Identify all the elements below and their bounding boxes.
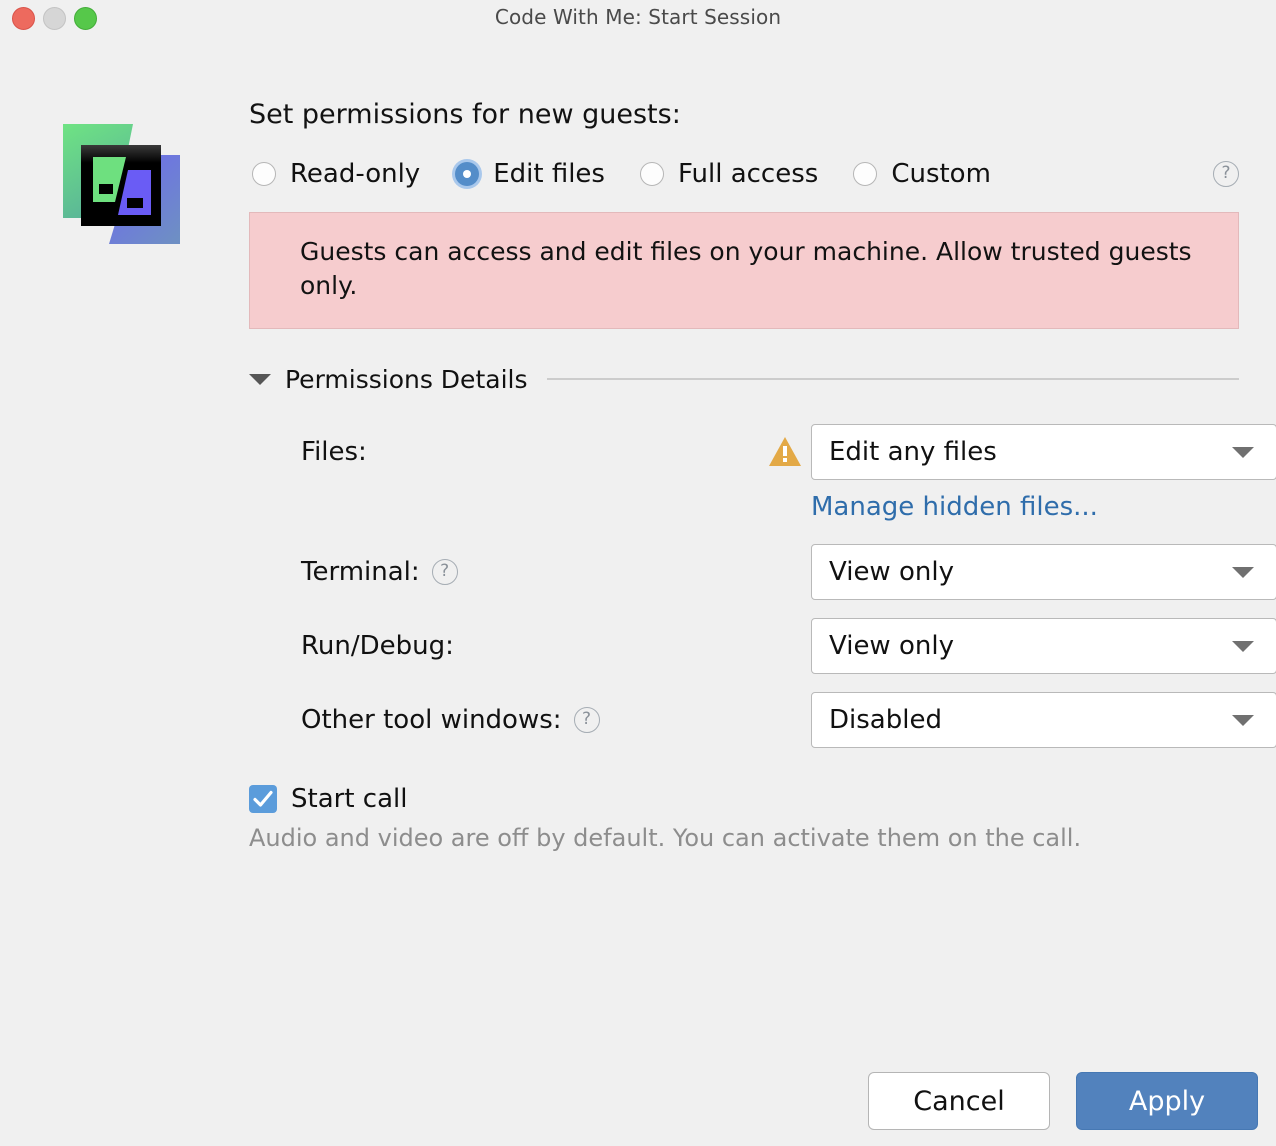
dropdown-value: Disabled bbox=[829, 704, 942, 735]
start-call-block: Start call Audio and video are off by de… bbox=[249, 784, 1239, 852]
permission-row-files: Files: Edit any files bbox=[301, 423, 1276, 480]
permissions-details-section-header[interactable]: Permissions Details bbox=[249, 365, 1239, 394]
radio-label: Read-only bbox=[290, 158, 421, 189]
dialog-content: Set permissions for new guests: Read-onl… bbox=[249, 99, 1276, 852]
permission-warning-text: Guests can access and edit files on your… bbox=[300, 236, 1192, 301]
start-call-checkbox-row[interactable]: Start call bbox=[249, 784, 1239, 814]
start-call-hint: Audio and video are off by default. You … bbox=[249, 823, 1082, 852]
code-with-me-logo-icon bbox=[52, 112, 192, 254]
files-warning-icon bbox=[767, 436, 803, 467]
permissions-details-table: Files: Edit any files Manage hidden file… bbox=[301, 423, 1276, 748]
radio-option-edit-files[interactable]: Edit files bbox=[452, 158, 605, 189]
permission-label: Files: bbox=[301, 437, 767, 467]
permissions-heading: Set permissions for new guests: bbox=[249, 99, 681, 130]
section-divider bbox=[547, 378, 1239, 381]
permission-warning-banner: Guests can access and edit files on your… bbox=[249, 211, 1239, 329]
permission-label-text: Files: bbox=[301, 436, 367, 467]
apply-button[interactable]: Apply bbox=[1076, 1072, 1258, 1130]
radio-option-full-access[interactable]: Full access bbox=[637, 159, 818, 189]
permission-label: Terminal: ? bbox=[301, 557, 767, 587]
start-call-checkbox[interactable] bbox=[249, 784, 277, 813]
permission-preset-radio-group: Read-only Edit files Full access Custom … bbox=[249, 152, 1239, 196]
other-tool-windows-help-icon[interactable]: ? bbox=[573, 706, 600, 733]
permission-label: Other tool windows: ? bbox=[301, 705, 767, 735]
terminal-permission-dropdown[interactable]: View only bbox=[811, 543, 1276, 600]
radio-label: Full access bbox=[677, 158, 819, 189]
radio-indicator bbox=[637, 159, 667, 189]
chevron-down-icon[interactable] bbox=[249, 373, 271, 385]
radio-indicator bbox=[249, 159, 279, 189]
radio-indicator bbox=[850, 159, 880, 189]
cancel-button[interactable]: Cancel bbox=[868, 1072, 1050, 1130]
radio-indicator-selected bbox=[452, 158, 483, 189]
chevron-down-icon bbox=[1232, 640, 1254, 652]
other-tool-windows-permission-dropdown[interactable]: Disabled bbox=[811, 691, 1276, 748]
terminal-help-icon[interactable]: ? bbox=[431, 558, 458, 585]
files-permission-dropdown[interactable]: Edit any files bbox=[811, 423, 1276, 480]
radio-label: Custom bbox=[891, 158, 991, 189]
radio-label: Edit files bbox=[493, 158, 605, 189]
window-titlebar: Code With Me: Start Session bbox=[0, 0, 1276, 38]
chevron-down-icon bbox=[1232, 566, 1254, 578]
radio-option-read-only[interactable]: Read-only bbox=[249, 159, 420, 189]
dialog-footer: Cancel Apply bbox=[868, 1072, 1258, 1130]
run-debug-permission-dropdown[interactable]: View only bbox=[811, 617, 1276, 674]
permission-label-text: Other tool windows: bbox=[301, 704, 562, 735]
dropdown-value: View only bbox=[829, 556, 954, 587]
permission-row-other-tool-windows: Other tool windows: ? Disabled bbox=[301, 691, 1276, 748]
dropdown-value: Edit any files bbox=[829, 436, 997, 467]
start-call-label: Start call bbox=[291, 783, 408, 814]
radio-option-custom[interactable]: Custom bbox=[850, 159, 991, 189]
permissions-help-icon[interactable]: ? bbox=[1213, 160, 1239, 187]
chevron-down-icon bbox=[1232, 446, 1254, 458]
permission-label-text: Terminal: bbox=[301, 556, 420, 587]
permission-label: Run/Debug: bbox=[301, 631, 767, 661]
permission-label-text: Run/Debug: bbox=[301, 630, 454, 661]
permissions-details-title: Permissions Details bbox=[285, 364, 528, 394]
window-title: Code With Me: Start Session bbox=[494, 5, 782, 29]
chevron-down-icon bbox=[1232, 714, 1254, 726]
manage-hidden-files-row: Manage hidden files... bbox=[301, 492, 1239, 522]
manage-hidden-files-link[interactable]: Manage hidden files... bbox=[811, 492, 1098, 522]
permission-row-run-debug: Run/Debug: View only bbox=[301, 617, 1276, 674]
dropdown-value: View only bbox=[829, 630, 954, 661]
permission-row-terminal: Terminal: ? View only bbox=[301, 543, 1276, 600]
